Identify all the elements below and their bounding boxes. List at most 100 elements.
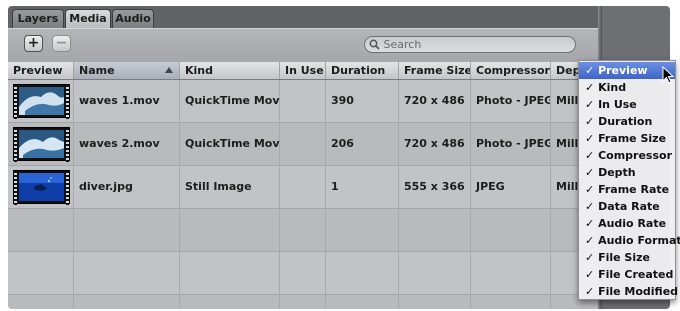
column-divider <box>550 80 551 309</box>
column-header-preview[interactable]: Preview <box>8 62 74 79</box>
menu-item-label: File Modified <box>598 285 679 298</box>
column-divider <box>179 80 180 309</box>
menu-item-kind[interactable]: ✓ Kind <box>579 79 675 96</box>
menu-item-data-rate[interactable]: ✓ Data Rate <box>579 198 675 215</box>
preview-thumbnail <box>13 127 70 162</box>
column-divider <box>279 80 280 309</box>
menu-item-label: Duration <box>598 115 653 128</box>
add-button[interactable]: + <box>24 35 43 52</box>
sort-ascending-icon <box>165 67 173 73</box>
menu-item-compressor[interactable]: ✓ Compressor <box>579 147 675 164</box>
menu-item-label: File Created <box>598 268 674 281</box>
search-input[interactable]: Search <box>364 36 576 53</box>
menu-item-frame-size[interactable]: ✓ Frame Size <box>579 130 675 147</box>
checkmark-icon: ✓ <box>585 251 595 264</box>
preview-thumbnail <box>13 170 70 205</box>
menu-item-label: Audio Format <box>598 234 680 247</box>
cell-in-use <box>280 166 326 208</box>
film-sprocket <box>14 171 17 205</box>
menu-item-file-size[interactable]: ✓ File Size <box>579 249 675 266</box>
search-placeholder: Search <box>383 38 422 51</box>
empty-row <box>8 252 598 295</box>
column-header-compressor[interactable]: Compressor <box>471 62 551 79</box>
menu-item-duration[interactable]: ✓ Duration <box>579 113 675 130</box>
checkmark-icon: ✓ <box>585 285 595 298</box>
search-icon <box>369 39 380 50</box>
preview-thumbnail <box>13 84 70 119</box>
menu-item-file-created[interactable]: ✓ File Created <box>579 266 675 283</box>
checkmark-icon: ✓ <box>585 268 595 281</box>
column-visibility-menu: ✓ Preview ✓ Kind ✓ In Use ✓ Duration ✓ F… <box>578 60 680 300</box>
menu-item-label: File Size <box>598 251 650 264</box>
media-table: Preview Name Kind In Use Duration Frame … <box>8 62 598 309</box>
checkmark-icon: ✓ <box>585 217 595 230</box>
cell-frame-size: 720 x 486 <box>404 137 465 150</box>
menu-item-label: In Use <box>598 98 637 111</box>
film-sprocket <box>66 171 69 205</box>
column-divider <box>470 80 471 309</box>
empty-row <box>8 209 598 252</box>
tab-layers[interactable]: Layers <box>12 9 64 28</box>
table-row[interactable]: waves 1.mov QuickTime Movie 390 720 x 48… <box>8 80 598 123</box>
table-row[interactable]: waves 2.mov QuickTime Movie 206 720 x 48… <box>8 123 598 166</box>
checkmark-icon: ✓ <box>585 98 595 111</box>
column-header-in-use[interactable]: In Use <box>280 62 326 79</box>
column-header-row: Preview Name Kind In Use Duration Frame … <box>8 62 598 80</box>
menu-item-depth[interactable]: ✓ Depth <box>579 164 675 181</box>
diver-image <box>19 173 64 201</box>
menu-item-file-modified[interactable]: ✓ File Modified <box>579 283 679 300</box>
menu-item-audio-rate[interactable]: ✓ Audio Rate <box>579 215 675 232</box>
column-header-name[interactable]: Name <box>74 62 180 79</box>
tab-media[interactable]: Media <box>65 9 111 29</box>
menu-item-audio-format[interactable]: ✓ Audio Format <box>579 232 680 249</box>
checkmark-icon: ✓ <box>585 183 595 196</box>
wave-image <box>19 87 64 115</box>
remove-button[interactable]: − <box>52 35 71 52</box>
cell-compressor: Photo - JPEG <box>476 137 551 150</box>
tab-bar: Layers Media Audio <box>8 6 598 29</box>
checkmark-icon: ✓ <box>585 234 595 247</box>
menu-item-label: Preview <box>598 64 648 77</box>
menu-item-label: Data Rate <box>598 200 660 213</box>
checkmark-icon: ✓ <box>585 149 595 162</box>
column-divider <box>398 80 399 309</box>
column-divider <box>73 80 74 309</box>
cell-in-use <box>280 123 326 165</box>
film-sprocket <box>14 85 17 119</box>
cell-duration: 390 <box>331 94 354 107</box>
tab-audio[interactable]: Audio <box>112 9 154 28</box>
mouse-pointer-icon <box>662 66 675 84</box>
checkmark-icon: ✓ <box>585 166 595 179</box>
menu-item-label: Depth <box>598 166 636 179</box>
film-sprocket <box>14 128 17 162</box>
menu-item-frame-rate[interactable]: ✓ Frame Rate <box>579 181 675 198</box>
toolbar: + − Search <box>8 28 598 62</box>
film-sprocket <box>66 85 69 119</box>
cell-name: waves 2.mov <box>79 137 160 150</box>
cell-name: waves 1.mov <box>79 94 160 107</box>
menu-item-label: Frame Size <box>598 132 667 145</box>
cell-kind: QuickTime Movie <box>185 137 280 150</box>
menu-item-in-use[interactable]: ✓ In Use <box>579 96 675 113</box>
menu-item-label: Frame Rate <box>598 183 670 196</box>
cell-frame-size: 555 x 366 <box>404 180 465 193</box>
menu-item-preview[interactable]: ✓ Preview <box>579 62 675 79</box>
column-header-duration[interactable]: Duration <box>326 62 399 79</box>
checkmark-icon: ✓ <box>585 115 595 128</box>
checkmark-icon: ✓ <box>585 64 595 77</box>
checkmark-icon: ✓ <box>585 132 595 145</box>
menu-item-label: Audio Rate <box>598 217 667 230</box>
cell-kind: Still Image <box>185 180 252 193</box>
cell-compressor: JPEG <box>476 180 505 193</box>
menu-item-label: Compressor <box>598 149 672 162</box>
film-sprocket <box>66 128 69 162</box>
wave-image <box>19 130 64 158</box>
cell-duration: 1 <box>331 180 339 193</box>
media-panel-window: Layers Media Audio + − Search Preview Na… <box>8 6 670 309</box>
column-header-name-label: Name <box>79 64 115 77</box>
table-row[interactable]: diver.jpg Still Image 1 555 x 366 JPEG M… <box>8 166 598 209</box>
column-header-frame-size[interactable]: Frame Size <box>399 62 471 79</box>
cell-compressor: Photo - JPEG <box>476 94 551 107</box>
column-header-kind[interactable]: Kind <box>180 62 280 79</box>
cell-duration: 206 <box>331 137 354 150</box>
